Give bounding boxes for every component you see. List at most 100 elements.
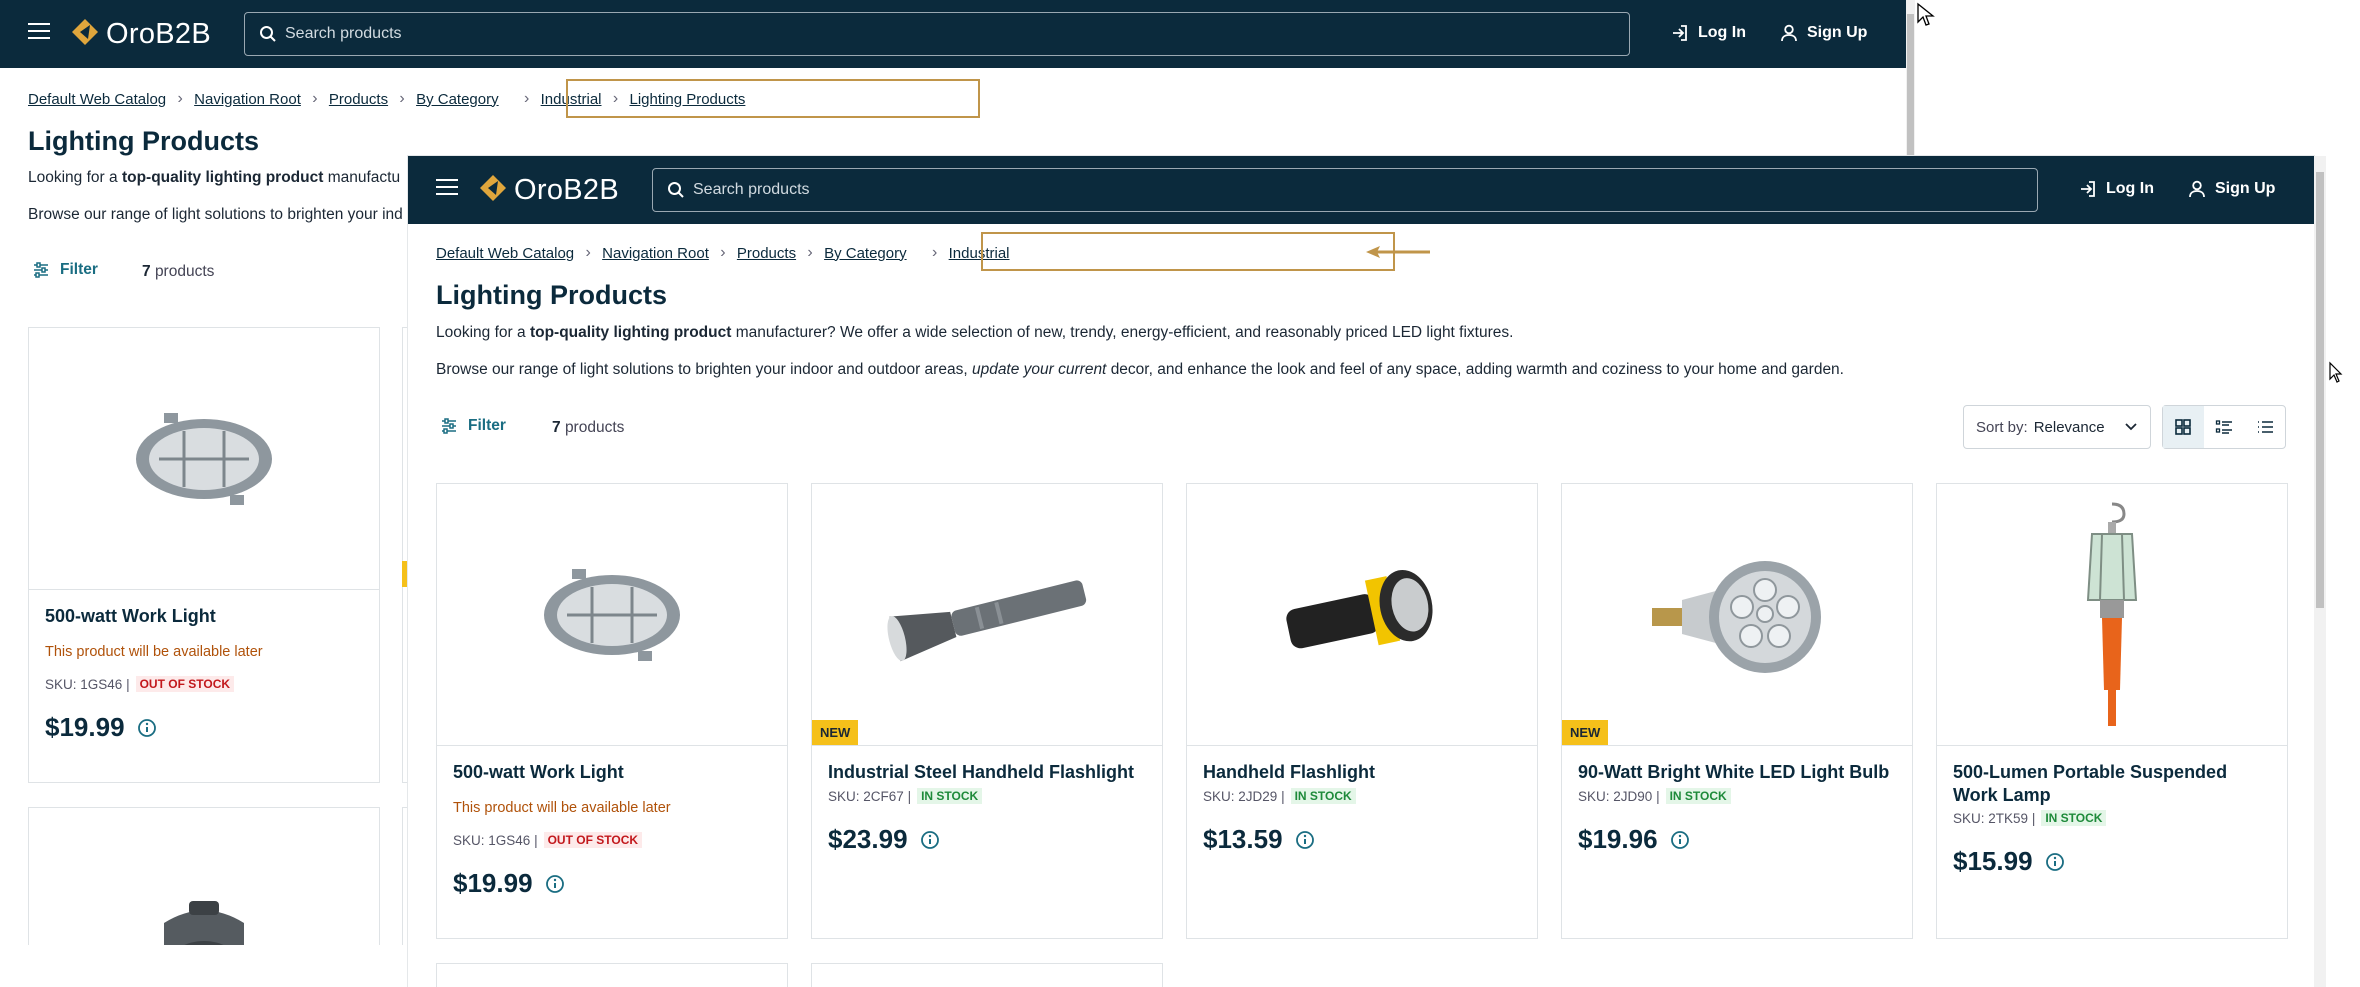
stock-status-badge: OUT OF STOCK xyxy=(543,832,643,848)
price-value: $19.99 xyxy=(45,712,125,742)
product-card[interactable] xyxy=(28,807,380,945)
user-icon xyxy=(2189,180,2205,198)
product-card[interactable]: 500-watt Work Light This product will be… xyxy=(28,327,380,783)
breadcrumb-navigation-root[interactable]: Navigation Root xyxy=(602,245,709,262)
breadcrumb-default-web-catalog[interactable]: Default Web Catalog xyxy=(28,91,166,108)
filter-label: Filter xyxy=(468,417,506,434)
filter-icon xyxy=(442,418,456,434)
product-name[interactable]: Handheld Flashlight xyxy=(1203,761,1523,784)
sku-value: 2TK59 xyxy=(1988,810,2029,826)
search-icon xyxy=(260,26,276,42)
info-icon[interactable] xyxy=(2045,852,2065,872)
sort-dropdown[interactable]: Sort by: Relevance xyxy=(1963,405,2151,449)
breadcrumb-products[interactable]: Products xyxy=(737,245,796,262)
price-value: $13.59 xyxy=(1203,824,1283,854)
search-input[interactable]: Search products xyxy=(244,12,1630,56)
filter-button[interactable]: Filter xyxy=(32,261,98,279)
sku-label: SKU: xyxy=(45,676,77,692)
signup-label: Sign Up xyxy=(1807,24,1868,41)
breadcrumb-separator-icon: › xyxy=(807,244,813,261)
product-name[interactable]: 90-Watt Bright White LED Light Bulb xyxy=(1578,761,1898,784)
front-browser-window: OroB2B Search products Log In Sign Up De… xyxy=(408,156,2314,987)
sku-value: 2JD90 xyxy=(1613,788,1653,804)
filter-button[interactable]: Filter xyxy=(440,417,506,435)
product-image[interactable] xyxy=(29,328,379,590)
menu-icon[interactable] xyxy=(436,179,458,197)
grid-view-button[interactable] xyxy=(2163,406,2204,448)
product-card[interactable]: 500-watt Work Light This product will be… xyxy=(436,483,788,939)
breadcrumb-separator-icon: › xyxy=(312,90,318,107)
breadcrumb-separator-icon: › xyxy=(177,90,183,107)
site-header: OroB2B Search products Log In Sign Up xyxy=(408,156,2314,224)
info-icon[interactable] xyxy=(1670,830,1690,850)
search-input[interactable]: Search products xyxy=(652,168,2038,212)
sku-value: 2CF67 xyxy=(863,788,904,804)
stock-status-badge: IN STOCK xyxy=(1290,788,1356,804)
info-icon[interactable] xyxy=(920,830,940,850)
breadcrumb-by-category[interactable]: By Category xyxy=(824,245,907,262)
product-image[interactable] xyxy=(29,808,379,945)
product-name[interactable]: 500-Lumen Portable Suspended Work Lamp xyxy=(1953,761,2273,807)
info-icon[interactable] xyxy=(137,718,157,738)
product-name[interactable]: 500-watt Work Light xyxy=(453,761,773,784)
product-sku: SKU: 2JD90 | IN STOCK xyxy=(1578,788,1731,804)
logo[interactable]: OroB2B xyxy=(68,17,211,51)
product-card[interactable]: 500-Lumen Portable Suspended Work Lamp S… xyxy=(1936,483,2288,939)
product-card-partial xyxy=(436,963,788,987)
intro-text: Looking for a top-quality lighting produ… xyxy=(436,324,1513,342)
product-image[interactable] xyxy=(1937,484,2287,746)
login-label: Log In xyxy=(2106,180,2154,197)
info-icon[interactable] xyxy=(1295,830,1315,850)
product-count-label: products xyxy=(564,419,625,436)
browse-text: Browse our range of light solutions to b… xyxy=(28,206,403,223)
stock-status-badge: IN STOCK xyxy=(1665,788,1731,804)
product-count-label: products xyxy=(154,263,215,280)
sort-prefix: Sort by: xyxy=(1976,418,2028,436)
compact-view-button[interactable] xyxy=(2244,406,2285,448)
signup-link[interactable]: Sign Up xyxy=(1779,23,1867,43)
back-scrollbar-thumb[interactable] xyxy=(1907,14,1914,156)
logo[interactable]: OroB2B xyxy=(476,173,619,207)
login-label: Log In xyxy=(1698,24,1746,41)
filter-icon xyxy=(34,262,48,278)
list-view-button[interactable] xyxy=(2204,406,2245,448)
product-name[interactable]: Industrial Steel Handheld Flashlight xyxy=(828,761,1148,784)
handheld-flashlight-image xyxy=(1286,569,1433,648)
breadcrumb-products[interactable]: Products xyxy=(329,91,388,108)
sku-value: 2JD29 xyxy=(1238,788,1278,804)
product-count-number: 7 xyxy=(552,419,561,436)
breadcrumb-default-web-catalog[interactable]: Default Web Catalog xyxy=(436,245,574,262)
product-price: $23.99 xyxy=(828,824,940,855)
browse-start: Browse our range of light solutions to b… xyxy=(436,361,968,378)
product-image[interactable] xyxy=(437,484,787,746)
product-card[interactable]: NEW Industrial Steel Handheld Flashlight… xyxy=(811,483,1163,939)
signup-link[interactable]: Sign Up xyxy=(2187,179,2275,199)
product-card[interactable]: Handheld Flashlight SKU: 2JD29 | IN STOCK… xyxy=(1186,483,1538,939)
product-image[interactable] xyxy=(1187,484,1537,746)
suspended-lamp-image xyxy=(2086,502,2138,726)
mouse-cursor-icon xyxy=(1917,2,1935,26)
search-placeholder: Search products xyxy=(285,25,402,42)
menu-icon[interactable] xyxy=(28,23,50,41)
product-card-partial xyxy=(811,963,1163,987)
info-icon[interactable] xyxy=(545,874,565,894)
login-link[interactable]: Log In xyxy=(1670,23,1746,43)
product-image[interactable]: NEW xyxy=(1562,484,1912,746)
breadcrumb-by-category[interactable]: By Category xyxy=(416,91,499,108)
breadcrumb-highlight-box xyxy=(566,79,980,118)
front-scrollbar-thumb[interactable] xyxy=(2316,172,2324,608)
intro-bold: top-quality lighting product xyxy=(529,324,732,341)
new-badge: NEW xyxy=(1562,720,1609,745)
product-sku: SKU: 2CF67 | IN STOCK xyxy=(828,788,983,804)
flashlight-image xyxy=(164,901,244,945)
search-placeholder: Search products xyxy=(693,181,810,198)
product-name[interactable]: 500-watt Work Light xyxy=(45,605,365,628)
intro-rest: manufacturer? We offer a wide selection … xyxy=(735,324,1514,341)
product-image[interactable]: NEW xyxy=(812,484,1162,746)
list-detail-icon xyxy=(2215,420,2232,434)
product-card[interactable]: NEW 90-Watt Bright White LED Light Bulb … xyxy=(1561,483,1913,939)
product-count: 7 products xyxy=(552,419,624,437)
browse-italic: update your current xyxy=(971,361,1107,378)
breadcrumb-navigation-root[interactable]: Navigation Root xyxy=(194,91,301,108)
login-link[interactable]: Log In xyxy=(2078,179,2154,199)
